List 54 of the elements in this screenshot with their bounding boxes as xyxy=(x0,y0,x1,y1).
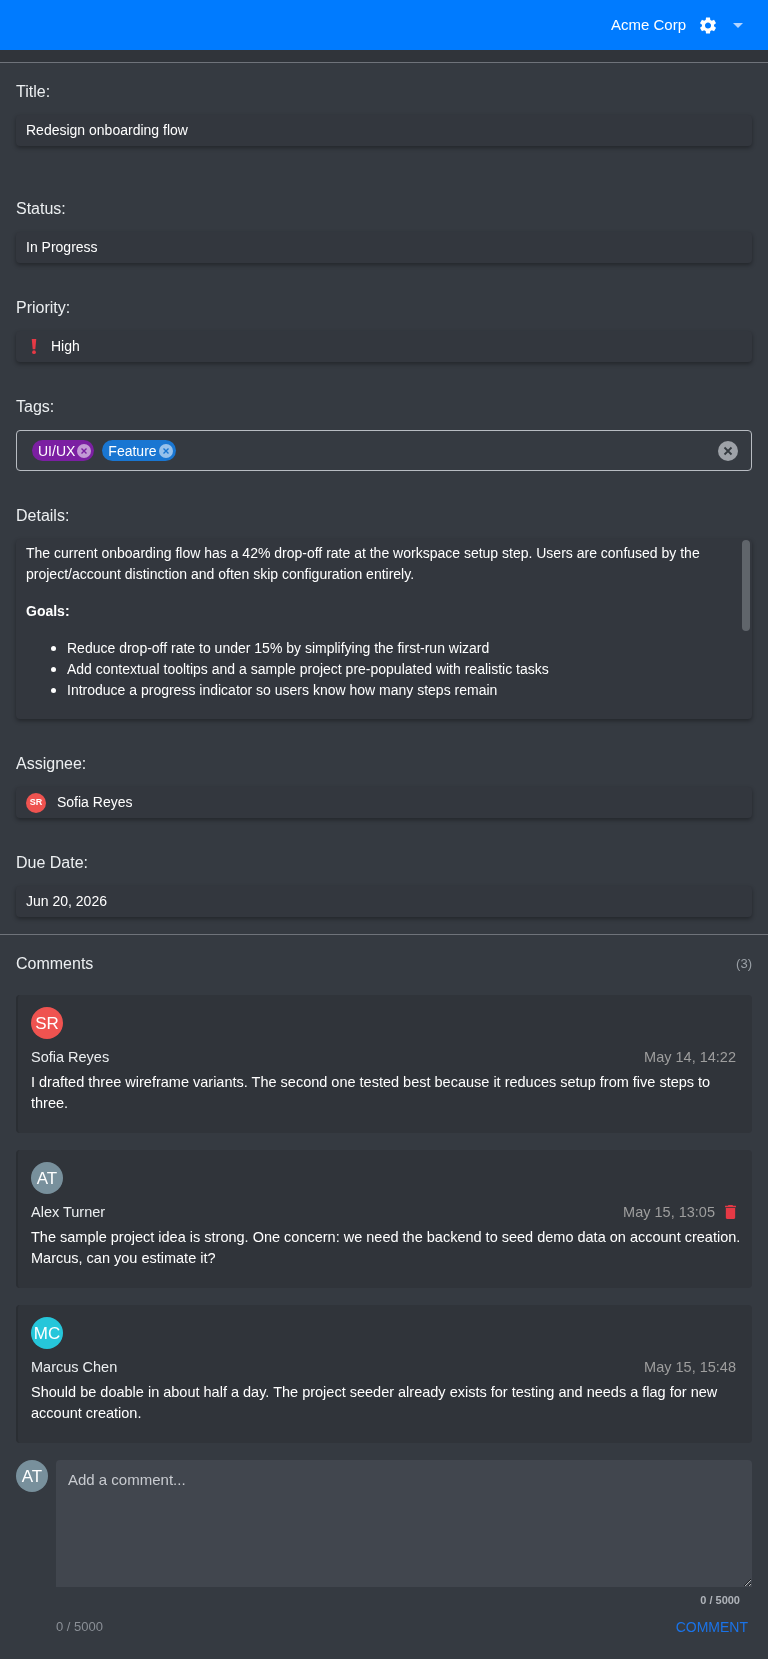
assignee-name: Sofia Reyes xyxy=(57,793,133,812)
comments-heading: Comments xyxy=(16,954,94,974)
field-label: Tags: xyxy=(16,397,56,417)
comment-input[interactable]: Add a comment... xyxy=(56,1460,752,1587)
bullet-icon xyxy=(51,688,56,693)
field-label: Due Date: xyxy=(16,853,90,873)
caret-down-icon[interactable] xyxy=(733,22,743,28)
details-heading: Goals: xyxy=(26,602,71,621)
bullet-text: Add contextual tooltips and a sample project pre-populated with realistic tasks xyxy=(67,660,549,679)
avatar: MC xyxy=(31,1317,63,1349)
clear-icon[interactable] xyxy=(718,440,738,461)
comment-author: Marcus Chen xyxy=(31,1358,118,1377)
avatar: SR xyxy=(31,1007,63,1039)
bullet-text: Reduce drop-off rate to under 15% by simplifying the first-run wizard xyxy=(67,639,490,658)
assignee-field[interactable]: SR Sofia Reyes xyxy=(16,787,752,818)
tag-chip[interactable]: Feature xyxy=(102,440,176,461)
value-field[interactable]: Redesign onboarding flow xyxy=(16,115,752,146)
org-name: Acme Corp xyxy=(610,14,686,35)
priority-value: High xyxy=(51,337,80,356)
exclamation-icon xyxy=(31,339,37,354)
avatar: AT xyxy=(16,1460,48,1492)
comment-author: Sofia Reyes xyxy=(31,1048,110,1067)
settings-icon[interactable] xyxy=(700,16,716,34)
trash-icon[interactable] xyxy=(725,1205,736,1219)
field-label: Status: xyxy=(16,199,67,219)
field-label: Title: xyxy=(16,82,52,102)
avatar: SR xyxy=(26,792,46,813)
bullet-icon xyxy=(51,667,56,672)
bullet-icon xyxy=(51,646,56,651)
avatar: AT xyxy=(31,1162,63,1194)
comment-time: May 14, 14:22 xyxy=(644,1048,736,1067)
bullet-text: Introduce a progress indicator so users know how many steps remain xyxy=(67,681,498,700)
remove-icon[interactable] xyxy=(77,443,92,458)
details-paragraph: The current onboarding flow has a 42% drop-off rate at the workspace setup step. Users are confused by the project/account distinction and often skip configuration entirely. xyxy=(26,544,701,584)
tag-chip[interactable]: UI/UX xyxy=(32,440,95,461)
comment-author: Alex Turner xyxy=(31,1203,106,1222)
priority-field[interactable]: High xyxy=(16,331,752,362)
comment-time: May 15, 13:05 xyxy=(623,1203,715,1222)
field-label: Assignee: xyxy=(16,754,88,774)
value-field[interactable]: Jun 20, 2026 xyxy=(16,886,752,917)
comment-count: (3) xyxy=(736,955,752,974)
remove-icon[interactable] xyxy=(158,443,173,458)
comment-time: May 15, 15:48 xyxy=(644,1358,736,1377)
comment-text: Should be doable in about half a day. The project seeder already exists for testing and needs a flag for new account creation. xyxy=(31,1383,719,1423)
value-field[interactable]: In Progress xyxy=(16,232,752,263)
details-field[interactable] xyxy=(16,539,752,719)
comment-text: The sample project idea is strong. One concern: we need the backend to seed demo data on account creation. Marcus, can you estimate it? xyxy=(31,1228,742,1268)
character-counter: 0 / 5000 xyxy=(700,1593,741,1607)
tags-field[interactable]: UI/UX Feature xyxy=(16,430,752,471)
character-counter: 0 / 5000 xyxy=(56,1618,103,1636)
scrollbar-thumb[interactable] xyxy=(742,540,750,631)
comment-text: I drafted three wireframe variants. The second one tested best because it reduces setup from five steps to three. xyxy=(31,1073,712,1113)
field-label: Details: xyxy=(16,506,71,526)
field-label: Priority: xyxy=(16,298,72,318)
